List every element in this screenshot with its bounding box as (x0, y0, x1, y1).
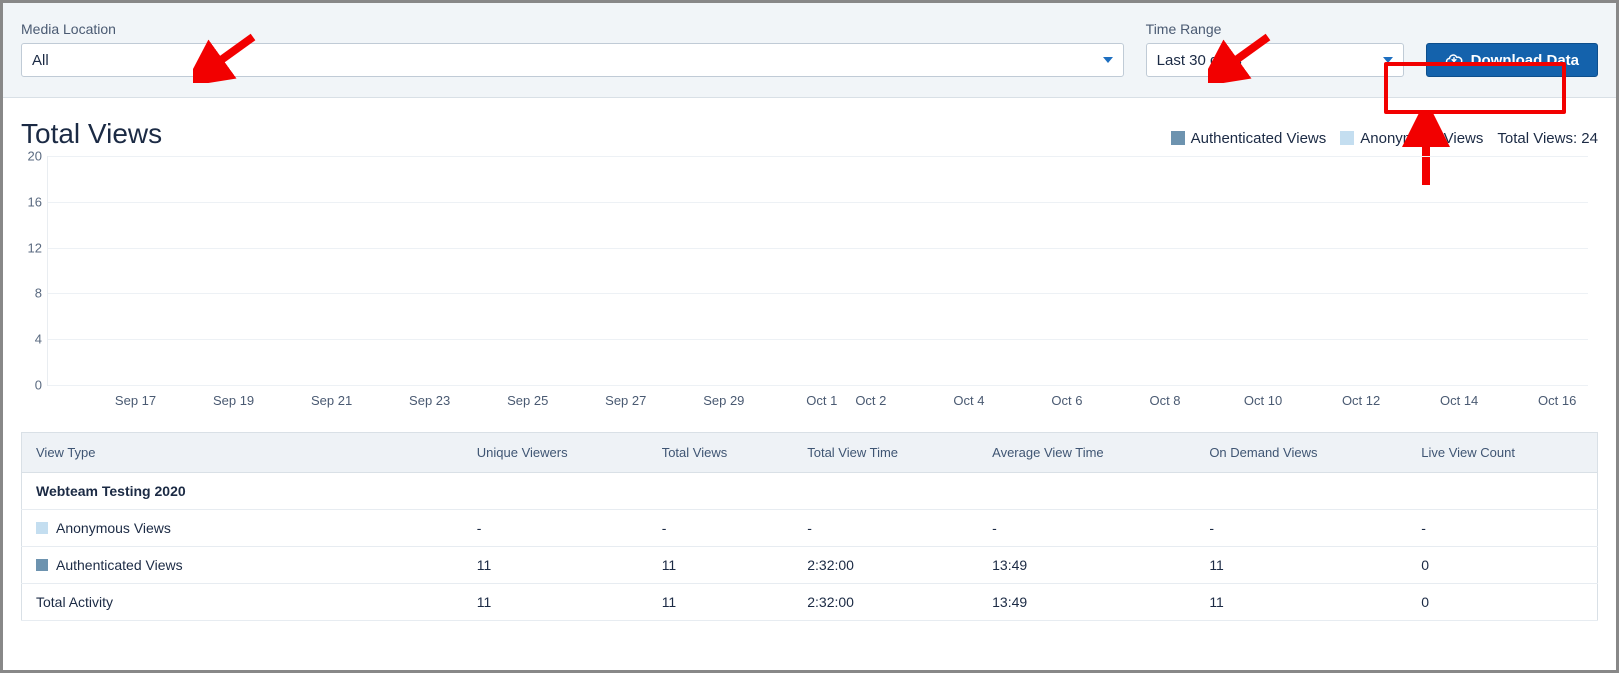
table-cell: 11 (463, 547, 648, 584)
time-range-value: Last 30 days (1157, 52, 1242, 69)
chart-legend: Authenticated Views Anonymous Views Tota… (1171, 130, 1598, 147)
ytick: 0 (18, 378, 42, 393)
xtick: Sep 25 (507, 393, 548, 408)
table-row: Total Activity11112:32:0013:49110 (22, 584, 1598, 621)
ytick: 20 (18, 149, 42, 164)
xtick: Oct 4 (953, 393, 984, 408)
col-header[interactable]: Unique Viewers (463, 433, 648, 473)
cloud-download-icon (1445, 51, 1463, 69)
media-location-field: Media Location All (21, 21, 1124, 77)
download-data-button[interactable]: Download Data (1426, 43, 1598, 77)
views-table: View TypeUnique ViewersTotal ViewsTotal … (21, 432, 1598, 621)
table-cell: 11 (1195, 584, 1407, 621)
ytick: 4 (18, 332, 42, 347)
xtick: Oct 12 (1342, 393, 1380, 408)
download-data-label: Download Data (1471, 52, 1579, 69)
xtick: Sep 29 (703, 393, 744, 408)
xtick: Oct 1 (806, 393, 837, 408)
total-views-count: Total Views: 24 (1497, 130, 1598, 147)
legend-auth: Authenticated Views (1171, 130, 1327, 147)
table-row: Authenticated Views11112:32:0013:49110 (22, 547, 1598, 584)
xtick: Sep 21 (311, 393, 352, 408)
caret-down-icon (1383, 57, 1393, 63)
media-location-label: Media Location (21, 21, 1124, 37)
table-cell: 11 (648, 547, 794, 584)
time-range-select[interactable]: Last 30 days (1146, 43, 1404, 77)
col-header[interactable]: Total Views (648, 433, 794, 473)
caret-down-icon (1103, 57, 1113, 63)
ytick: 16 (18, 194, 42, 209)
col-header[interactable]: View Type (22, 433, 463, 473)
legend-anon: Anonymous Views (1340, 130, 1483, 147)
swatch-auth-icon (36, 559, 48, 571)
xtick: Oct 10 (1244, 393, 1282, 408)
xtick: Sep 27 (605, 393, 646, 408)
chart-title: Total Views (21, 118, 162, 150)
total-views-card: Total Views Authenticated Views Anonymou… (21, 108, 1598, 621)
table-group-name: Webteam Testing 2020 (22, 473, 1598, 510)
total-views-chart: Sep 17Sep 19Sep 21Sep 23Sep 25Sep 27Sep … (47, 156, 1588, 386)
table-cell: 2:32:00 (793, 584, 978, 621)
xtick: Oct 2 (855, 393, 886, 408)
table-cell: 11 (463, 584, 648, 621)
table-cell: 13:49 (978, 547, 1195, 584)
table-cell: 11 (1195, 547, 1407, 584)
xtick: Oct 16 (1538, 393, 1576, 408)
swatch-anon-icon (1340, 131, 1354, 145)
xtick: Sep 19 (213, 393, 254, 408)
table-row: Anonymous Views------ (22, 510, 1598, 547)
table-cell: - (793, 510, 978, 547)
view-type-label: Authenticated Views (56, 557, 183, 573)
table-cell: 13:49 (978, 584, 1195, 621)
table-cell: - (1407, 510, 1597, 547)
table-cell: - (978, 510, 1195, 547)
media-location-value: All (32, 52, 49, 69)
swatch-auth-icon (1171, 131, 1185, 145)
time-range-field: Time Range Last 30 days (1146, 21, 1404, 77)
xtick: Oct 8 (1149, 393, 1180, 408)
table-cell: 11 (648, 584, 794, 621)
time-range-label: Time Range (1146, 21, 1404, 37)
col-header[interactable]: Live View Count (1407, 433, 1597, 473)
col-header[interactable]: Average View Time (978, 433, 1195, 473)
table-cell: - (1195, 510, 1407, 547)
swatch-anon-icon (36, 522, 48, 534)
table-cell: - (463, 510, 648, 547)
table-cell: 0 (1407, 584, 1597, 621)
col-header[interactable]: On Demand Views (1195, 433, 1407, 473)
xtick: Sep 17 (115, 393, 156, 408)
ytick: 8 (18, 286, 42, 301)
col-header[interactable]: Total View Time (793, 433, 978, 473)
view-type-label: Anonymous Views (56, 520, 171, 536)
table-cell: 0 (1407, 547, 1597, 584)
ytick: 12 (18, 240, 42, 255)
xtick: Oct 6 (1051, 393, 1082, 408)
xtick: Oct 14 (1440, 393, 1478, 408)
table-cell: - (648, 510, 794, 547)
table-cell: 2:32:00 (793, 547, 978, 584)
media-location-select[interactable]: All (21, 43, 1124, 77)
filter-bar: Media Location All Time Range Last 30 da… (3, 3, 1616, 98)
xtick: Sep 23 (409, 393, 450, 408)
view-type-label: Total Activity (36, 594, 113, 610)
